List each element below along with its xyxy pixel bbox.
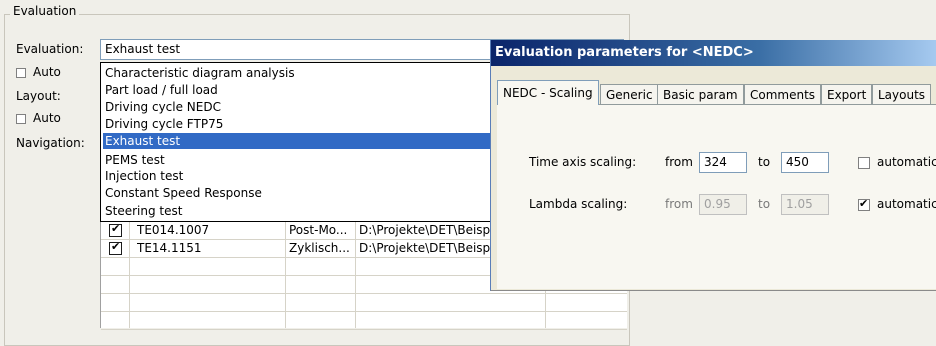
tab-nedc-scaling[interactable]: NEDC - Scaling [497, 80, 599, 105]
time-axis-to-label: to [758, 155, 771, 169]
evaluation-combo-value: Exhaust test [105, 42, 181, 56]
tab-export[interactable]: Export [821, 84, 873, 104]
dialog-titlebar[interactable]: Evaluation parameters for <NEDC> [491, 40, 936, 66]
dropdown-item[interactable]: Injection test [103, 168, 499, 184]
lambda-automatic-checkbox[interactable] [858, 197, 870, 211]
row-name: TE014.1007 [137, 223, 210, 237]
time-axis-scaling-label: Time axis scaling: [529, 155, 637, 169]
tab-layouts[interactable]: Layouts [872, 84, 932, 104]
dropdown-item[interactable]: Characteristic diagram analysis [103, 65, 499, 81]
group-title: Evaluation [10, 4, 80, 18]
lambda-from-label: from [665, 197, 693, 211]
auto-evaluation-label[interactable]: Auto [33, 65, 61, 79]
row-checkbox[interactable] [109, 240, 122, 255]
row-name: TE14.1151 [137, 241, 202, 255]
navigation-label: Navigation: [16, 136, 85, 150]
auto-evaluation-checkbox[interactable] [16, 68, 26, 78]
time-axis-from-input[interactable]: 324 [699, 152, 747, 173]
evaluation-label: Evaluation: [16, 42, 84, 56]
lambda-from-input[interactable]: 0.95 [699, 194, 747, 215]
layout-label: Layout: [16, 89, 61, 103]
lambda-scaling-label: Lambda scaling: [529, 197, 628, 211]
dropdown-item[interactable]: Steering test [103, 203, 499, 219]
auto-layout-checkbox[interactable] [16, 114, 26, 124]
tab-generic[interactable]: Generic [600, 84, 659, 104]
lambda-to-label: to [758, 197, 771, 211]
time-axis-automatic-checkbox[interactable] [858, 157, 870, 169]
time-axis-automatic-label[interactable]: automatic [877, 155, 936, 169]
evaluation-dropdown-list[interactable]: Characteristic diagram analysis Part loa… [100, 62, 500, 222]
lambda-to-input[interactable]: 1.05 [781, 194, 829, 215]
dropdown-item[interactable]: PEMS test [103, 152, 499, 168]
auto-layout-label[interactable]: Auto [33, 111, 61, 125]
dialog-title: Evaluation parameters for <NEDC> [495, 45, 754, 60]
dropdown-item[interactable]: Driving cycle FTP75 [103, 116, 499, 132]
tab-basic-param[interactable]: Basic param [657, 84, 744, 104]
dropdown-item[interactable]: Constant Speed Response [103, 185, 499, 201]
dropdown-item[interactable]: Driving cycle NEDC [103, 99, 499, 115]
tab-comments[interactable]: Comments [744, 84, 822, 104]
time-axis-to-input[interactable]: 450 [781, 152, 829, 173]
row-checkbox[interactable] [109, 222, 122, 237]
dropdown-item-selected[interactable]: Exhaust test [103, 133, 499, 149]
time-axis-from-label: from [665, 155, 693, 169]
row-type: Post-Mo... [289, 223, 348, 237]
table-row[interactable] [101, 312, 627, 330]
lambda-automatic-label[interactable]: automatic [877, 197, 936, 211]
table-row[interactable] [101, 294, 627, 312]
row-type: Zyklisch... [289, 241, 350, 255]
dropdown-item[interactable]: Part load / full load [103, 82, 499, 98]
evaluation-parameters-dialog: Evaluation parameters for <NEDC> NEDC - … [490, 40, 936, 291]
